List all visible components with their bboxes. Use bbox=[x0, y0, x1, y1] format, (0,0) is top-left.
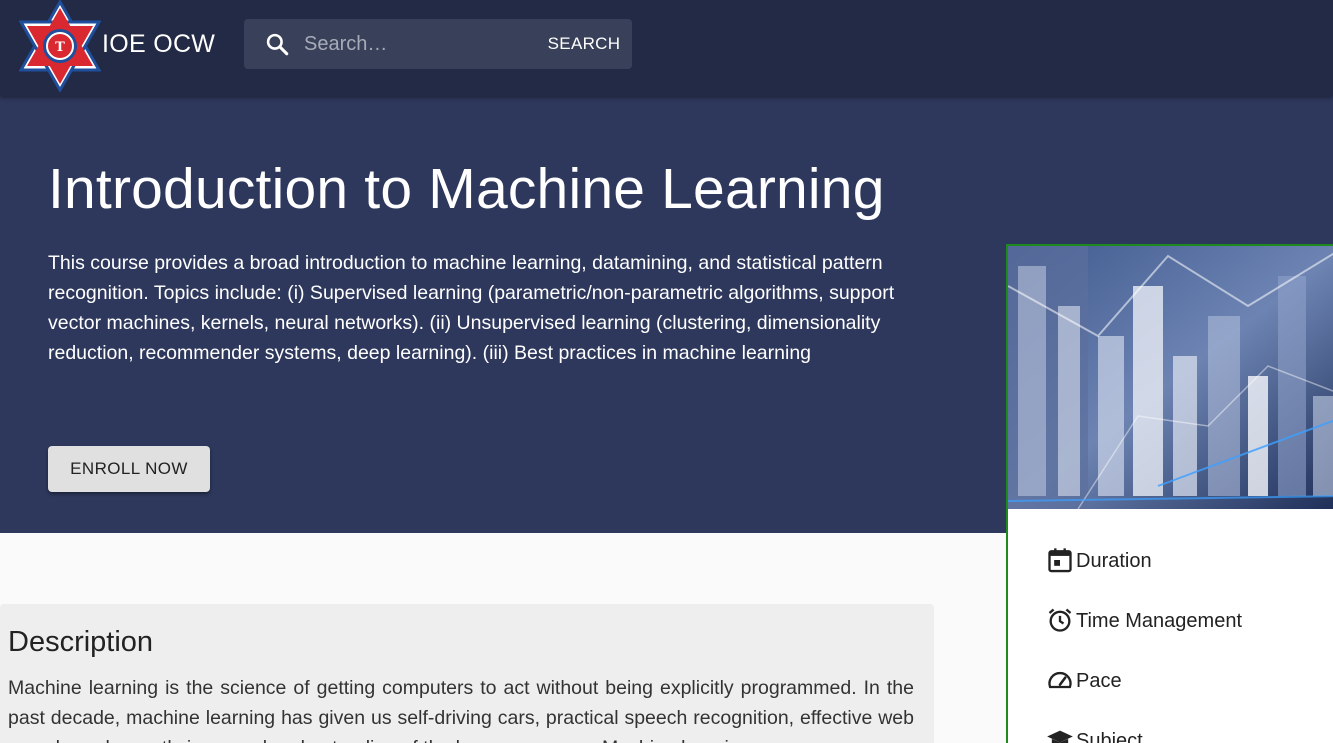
course-info-card: Duration Time Management Pace Subject bbox=[1006, 244, 1333, 743]
top-navigation-bar: T IOE OCW SEARCH bbox=[0, 0, 1333, 96]
description-text: Machine learning is the science of getti… bbox=[8, 677, 914, 743]
search-bar: SEARCH bbox=[244, 19, 632, 69]
graduation-cap-icon bbox=[1046, 726, 1074, 743]
site-brand[interactable]: IOE OCW bbox=[102, 30, 215, 59]
ioe-logo[interactable]: T bbox=[18, 0, 102, 94]
course-thumbnail-image bbox=[1008, 246, 1333, 509]
search-icon[interactable] bbox=[264, 31, 290, 57]
svg-text:T: T bbox=[55, 40, 65, 55]
speedometer-icon bbox=[1046, 666, 1074, 694]
enroll-now-button[interactable]: ENROLL NOW bbox=[48, 446, 210, 492]
meta-label: Pace bbox=[1076, 670, 1122, 692]
search-button[interactable]: SEARCH bbox=[540, 29, 628, 59]
search-input[interactable] bbox=[304, 29, 524, 59]
course-summary: This course provides a broad introductio… bbox=[48, 252, 895, 364]
alarm-clock-icon bbox=[1046, 606, 1074, 634]
meta-label: Time Management bbox=[1076, 610, 1242, 632]
meta-label: Subject bbox=[1076, 730, 1143, 743]
description-heading: Description bbox=[8, 626, 154, 658]
calendar-icon bbox=[1046, 546, 1074, 574]
meta-label: Duration bbox=[1076, 550, 1152, 572]
description-card: Description Machine learning is the scie… bbox=[0, 604, 934, 743]
course-title: Introduction to Machine Learning bbox=[48, 157, 885, 221]
